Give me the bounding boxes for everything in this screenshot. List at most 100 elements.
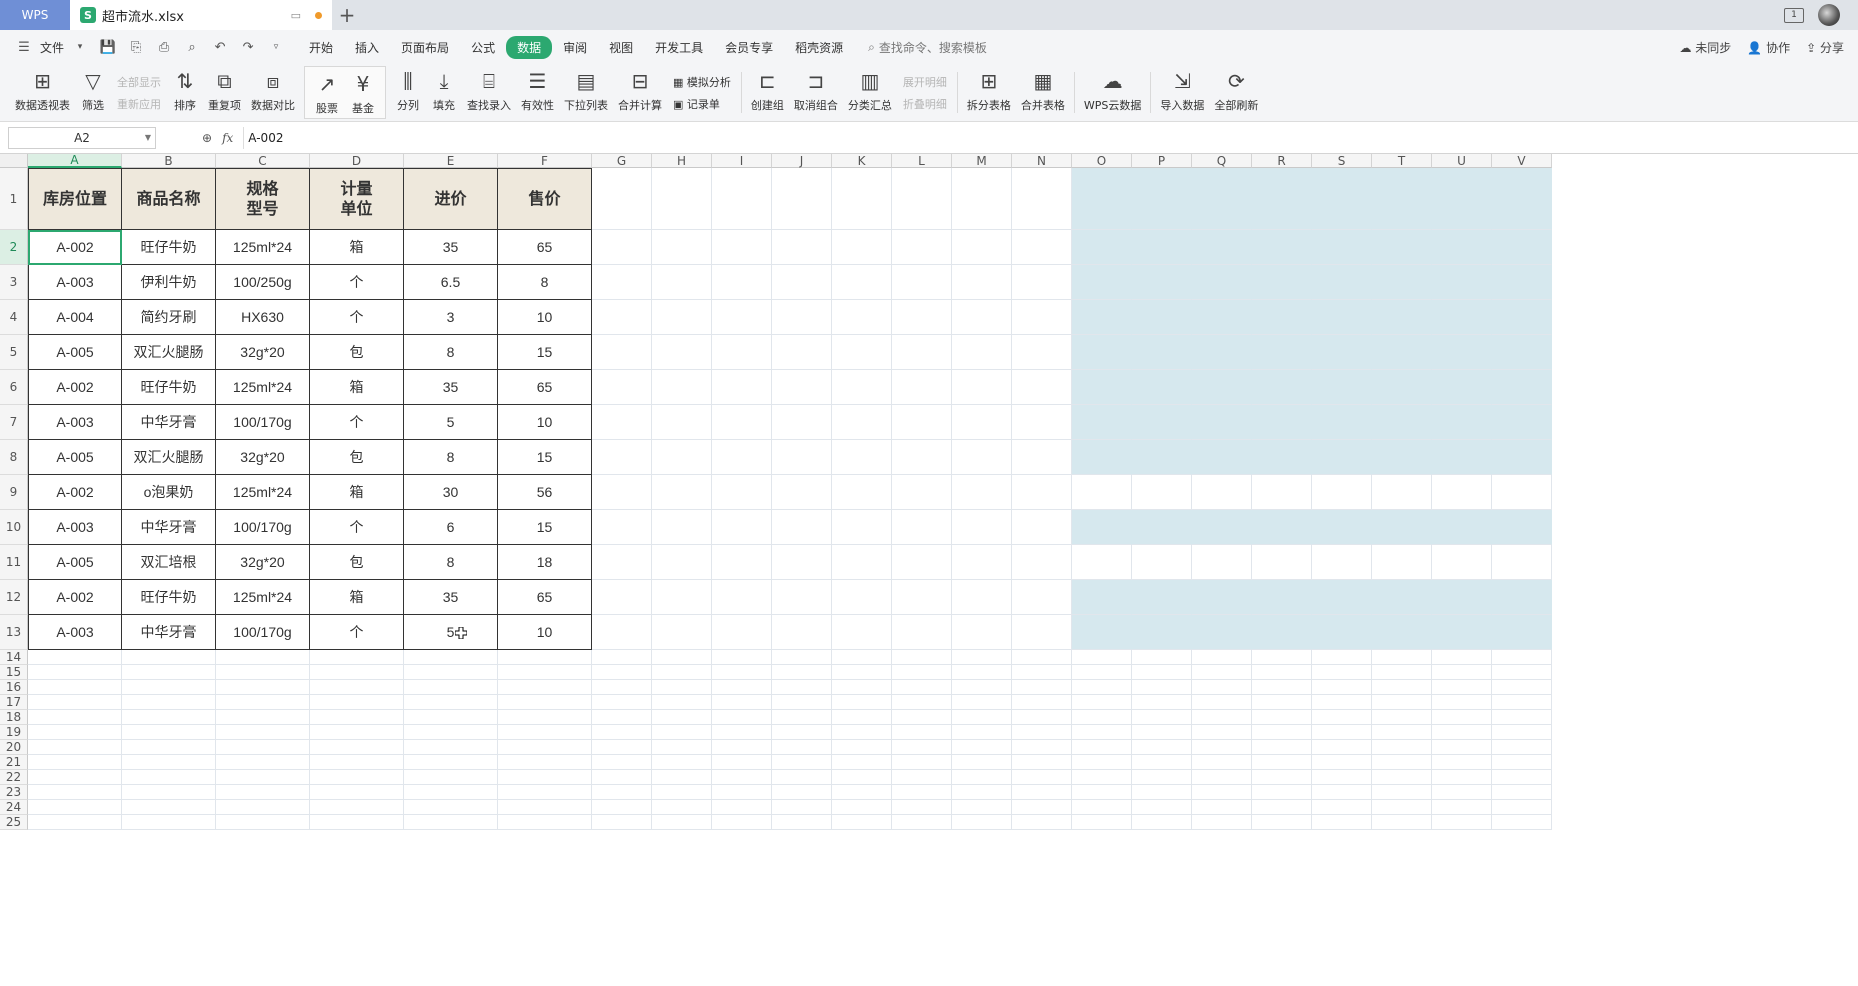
cell-m13[interactable] xyxy=(952,615,1012,650)
cell-n8[interactable] xyxy=(1012,440,1072,475)
cell-j15[interactable] xyxy=(772,665,832,680)
cell-b7[interactable]: 中华牙膏 xyxy=(122,405,216,440)
cell-g3[interactable] xyxy=(592,265,652,300)
menu-developer[interactable]: 开发工具 xyxy=(644,36,714,59)
row-header-25[interactable]: 25 xyxy=(0,815,28,830)
file-tab[interactable]: S 超市流水.xlsx ▭ xyxy=(70,0,332,30)
cell-a3[interactable]: A-003 xyxy=(28,265,122,300)
cell-j4[interactable] xyxy=(772,300,832,335)
cell-h24[interactable] xyxy=(652,800,712,815)
cell-h23[interactable] xyxy=(652,785,712,800)
row-header-3[interactable]: 3 xyxy=(0,265,28,300)
cell-q22[interactable] xyxy=(1192,770,1252,785)
cell-g9[interactable] xyxy=(592,475,652,510)
cell-i10[interactable] xyxy=(712,510,772,545)
cell-l5[interactable] xyxy=(892,335,952,370)
cell-a23[interactable] xyxy=(28,785,122,800)
cell-f9[interactable]: 56 xyxy=(498,475,592,510)
cell-a11[interactable]: A-005 xyxy=(28,545,122,580)
reapply-button[interactable]: 重新应用 xyxy=(117,96,161,112)
cell-v17[interactable] xyxy=(1492,695,1552,710)
cell-l22[interactable] xyxy=(892,770,952,785)
row-header-18[interactable]: 18 xyxy=(0,710,28,725)
cell-o1[interactable] xyxy=(1072,168,1132,230)
cell-q18[interactable] xyxy=(1192,710,1252,725)
row-header-2[interactable]: 2 xyxy=(0,230,28,265)
cell-c25[interactable] xyxy=(216,815,310,830)
row-header-15[interactable]: 15 xyxy=(0,665,28,680)
cell-n1[interactable] xyxy=(1012,168,1072,230)
cell-s21[interactable] xyxy=(1312,755,1372,770)
monitor-icon[interactable]: ▭ xyxy=(291,9,301,22)
cell-n7[interactable] xyxy=(1012,405,1072,440)
cell-m15[interactable] xyxy=(952,665,1012,680)
ungroup-button[interactable]: ⊐ 取消组合 xyxy=(789,64,843,121)
cell-r14[interactable] xyxy=(1252,650,1312,665)
cell-h6[interactable] xyxy=(652,370,712,405)
cell-b5[interactable]: 双汇火腿肠 xyxy=(122,335,216,370)
pivot-table-button[interactable]: ⊞ 数据透视表 xyxy=(10,64,75,121)
cell-s25[interactable] xyxy=(1312,815,1372,830)
row-header-24[interactable]: 24 xyxy=(0,800,28,815)
cell-f8[interactable]: 15 xyxy=(498,440,592,475)
cell-f1[interactable]: 售价 xyxy=(498,168,592,230)
cell-c14[interactable] xyxy=(216,650,310,665)
cell-s14[interactable] xyxy=(1312,650,1372,665)
cell-p5[interactable] xyxy=(1132,335,1192,370)
cell-i22[interactable] xyxy=(712,770,772,785)
cell-r1[interactable] xyxy=(1252,168,1312,230)
cell-l17[interactable] xyxy=(892,695,952,710)
cell-u17[interactable] xyxy=(1432,695,1492,710)
cell-b3[interactable]: 伊利牛奶 xyxy=(122,265,216,300)
cell-h17[interactable] xyxy=(652,695,712,710)
cell-l4[interactable] xyxy=(892,300,952,335)
cell-d8[interactable]: 包 xyxy=(310,440,404,475)
cell-r6[interactable] xyxy=(1252,370,1312,405)
cell-t3[interactable] xyxy=(1372,265,1432,300)
cell-q24[interactable] xyxy=(1192,800,1252,815)
cell-b9[interactable]: o泡果奶 xyxy=(122,475,216,510)
cell-k8[interactable] xyxy=(832,440,892,475)
cell-j14[interactable] xyxy=(772,650,832,665)
dropdown-list-button[interactable]: ▤ 下拉列表 xyxy=(559,64,613,121)
cell-u11[interactable] xyxy=(1432,545,1492,580)
cell-l9[interactable] xyxy=(892,475,952,510)
cell-d12[interactable]: 箱 xyxy=(310,580,404,615)
cell-a6[interactable]: A-002 xyxy=(28,370,122,405)
cell-i12[interactable] xyxy=(712,580,772,615)
cell-r8[interactable] xyxy=(1252,440,1312,475)
cell-p12[interactable] xyxy=(1132,580,1192,615)
cell-i8[interactable] xyxy=(712,440,772,475)
cell-b19[interactable] xyxy=(122,725,216,740)
cell-r5[interactable] xyxy=(1252,335,1312,370)
cell-j16[interactable] xyxy=(772,680,832,695)
cell-u16[interactable] xyxy=(1432,680,1492,695)
column-header-v[interactable]: V xyxy=(1492,154,1552,168)
cell-k7[interactable] xyxy=(832,405,892,440)
cell-f17[interactable] xyxy=(498,695,592,710)
cell-e11[interactable]: 8 xyxy=(404,545,498,580)
cell-l10[interactable] xyxy=(892,510,952,545)
cell-r7[interactable] xyxy=(1252,405,1312,440)
menu-review[interactable]: 审阅 xyxy=(552,36,598,59)
cell-d1[interactable]: 计量 单位 xyxy=(310,168,404,230)
cell-p25[interactable] xyxy=(1132,815,1192,830)
cell-d5[interactable]: 包 xyxy=(310,335,404,370)
cell-v24[interactable] xyxy=(1492,800,1552,815)
cell-d14[interactable] xyxy=(310,650,404,665)
cell-t11[interactable] xyxy=(1372,545,1432,580)
cell-e2[interactable]: 35 xyxy=(404,230,498,265)
cell-t8[interactable] xyxy=(1372,440,1432,475)
cell-a12[interactable]: A-002 xyxy=(28,580,122,615)
wps-cloud-data-button[interactable]: ☁ WPS云数据 xyxy=(1079,64,1147,121)
cell-r17[interactable] xyxy=(1252,695,1312,710)
cell-v18[interactable] xyxy=(1492,710,1552,725)
cell-e6[interactable]: 35 xyxy=(404,370,498,405)
cell-h11[interactable] xyxy=(652,545,712,580)
cell-t18[interactable] xyxy=(1372,710,1432,725)
cell-n22[interactable] xyxy=(1012,770,1072,785)
cell-k18[interactable] xyxy=(832,710,892,725)
cell-p14[interactable] xyxy=(1132,650,1192,665)
cell-j18[interactable] xyxy=(772,710,832,725)
row-header-21[interactable]: 21 xyxy=(0,755,28,770)
